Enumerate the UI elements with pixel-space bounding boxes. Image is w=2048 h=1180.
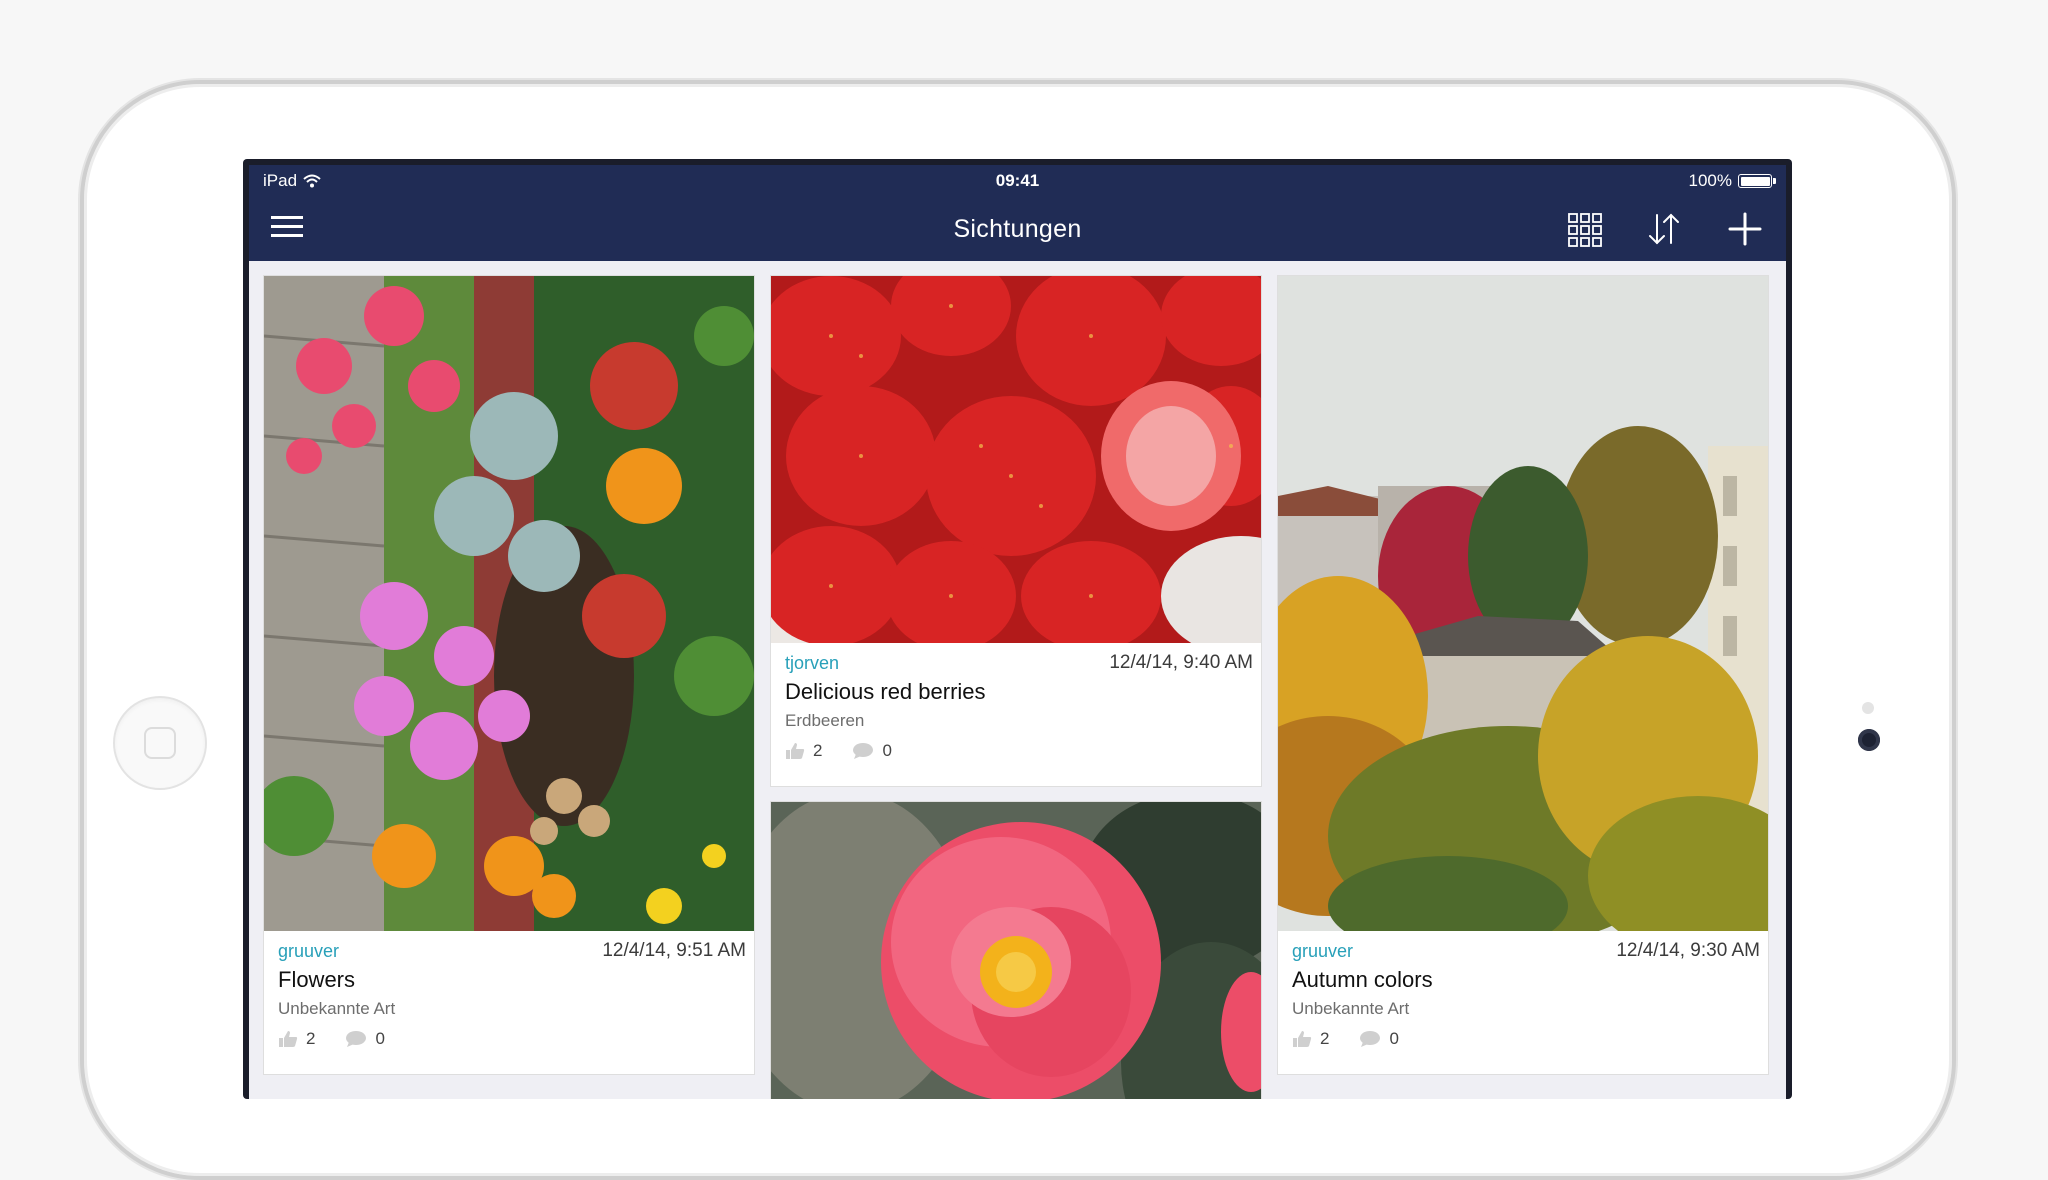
- sightings-grid: gruuver 12/4/14, 9:51 AM Flowers Unbekan…: [249, 261, 1786, 1099]
- comment-count-group[interactable]: 0: [345, 1029, 385, 1049]
- comment-icon: [853, 743, 874, 759]
- card-date: 12/4/14, 9:40 AM: [1109, 652, 1253, 673]
- front-camera: [1858, 729, 1880, 751]
- card-username[interactable]: gruuver: [278, 941, 339, 962]
- light-sensor: [1862, 702, 1874, 714]
- battery-percent: 100%: [1688, 171, 1732, 190]
- page-title: Sichtungen: [953, 215, 1082, 243]
- nav-bar: Sichtungen: [249, 195, 1786, 261]
- sighting-card[interactable]: gruuver 12/4/14, 9:30 AM Autumn colors U…: [1277, 275, 1769, 1075]
- card-species: Unbekannte Art: [1292, 999, 1410, 1018]
- thumbs-up-icon: [279, 1031, 298, 1047]
- card-title: Flowers: [278, 967, 356, 992]
- card-stats: 2 0: [278, 1029, 415, 1049]
- card-username[interactable]: gruuver: [1292, 941, 1353, 962]
- card-species: Erdbeeren: [785, 711, 865, 730]
- thumbs-up-icon: [1293, 1031, 1312, 1047]
- comment-count: 0: [882, 741, 892, 760]
- sighting-card[interactable]: gruuver 12/4/14, 9:51 AM Flowers Unbekan…: [263, 275, 755, 1075]
- status-right: 100%: [1688, 171, 1776, 191]
- grid-view-icon[interactable]: [1568, 213, 1602, 247]
- card-title: Autumn colors: [1292, 967, 1433, 992]
- card-title: Delicious red berries: [785, 679, 986, 704]
- card-date: 12/4/14, 9:30 AM: [1616, 940, 1760, 961]
- sighting-photo[interactable]: [771, 276, 1261, 643]
- card-meta: gruuver 12/4/14, 9:30 AM Autumn colors U…: [1278, 929, 1768, 1074]
- like-count: 2: [1320, 1029, 1330, 1048]
- card-species: Unbekannte Art: [278, 999, 396, 1018]
- thumbs-up-icon: [786, 743, 805, 759]
- sort-icon[interactable]: [1646, 211, 1682, 247]
- comment-count: 0: [375, 1029, 385, 1048]
- sighting-photo[interactable]: [264, 276, 754, 931]
- like-count-group[interactable]: 2: [1292, 1029, 1329, 1049]
- sighting-card[interactable]: tjorven 12/4/14, 9:40 AM Delicious red b…: [770, 275, 1262, 787]
- like-count: 2: [306, 1029, 316, 1048]
- add-icon[interactable]: [1727, 211, 1763, 247]
- home-button[interactable]: [113, 696, 207, 790]
- battery-icon: [1738, 174, 1776, 188]
- home-square-icon: [144, 727, 176, 759]
- card-stats: 2 0: [785, 741, 922, 761]
- like-count-group[interactable]: 2: [278, 1029, 315, 1049]
- like-count: 2: [813, 741, 823, 760]
- comment-icon: [346, 1031, 367, 1047]
- card-meta: tjorven 12/4/14, 9:40 AM Delicious red b…: [771, 641, 1261, 786]
- card-meta: gruuver 12/4/14, 9:51 AM Flowers Unbekan…: [264, 929, 754, 1074]
- like-count-group[interactable]: 2: [785, 741, 822, 761]
- comment-count-group[interactable]: 0: [852, 741, 892, 761]
- comment-count-group[interactable]: 0: [1359, 1029, 1399, 1049]
- sighting-photo[interactable]: [1278, 276, 1768, 931]
- sighting-photo[interactable]: [771, 802, 1261, 1099]
- comment-icon: [1360, 1031, 1381, 1047]
- card-username[interactable]: tjorven: [785, 653, 839, 674]
- card-stats: 2 0: [1292, 1029, 1429, 1049]
- comment-count: 0: [1389, 1029, 1399, 1048]
- screen: iPad 09:41 100% Sichtungen gruuver 12/4/…: [243, 159, 1792, 1099]
- status-bar: iPad 09:41 100%: [249, 165, 1786, 195]
- status-time: 09:41: [995, 171, 1040, 190]
- card-date: 12/4/14, 9:51 AM: [602, 940, 746, 961]
- sighting-card[interactable]: [770, 801, 1262, 1099]
